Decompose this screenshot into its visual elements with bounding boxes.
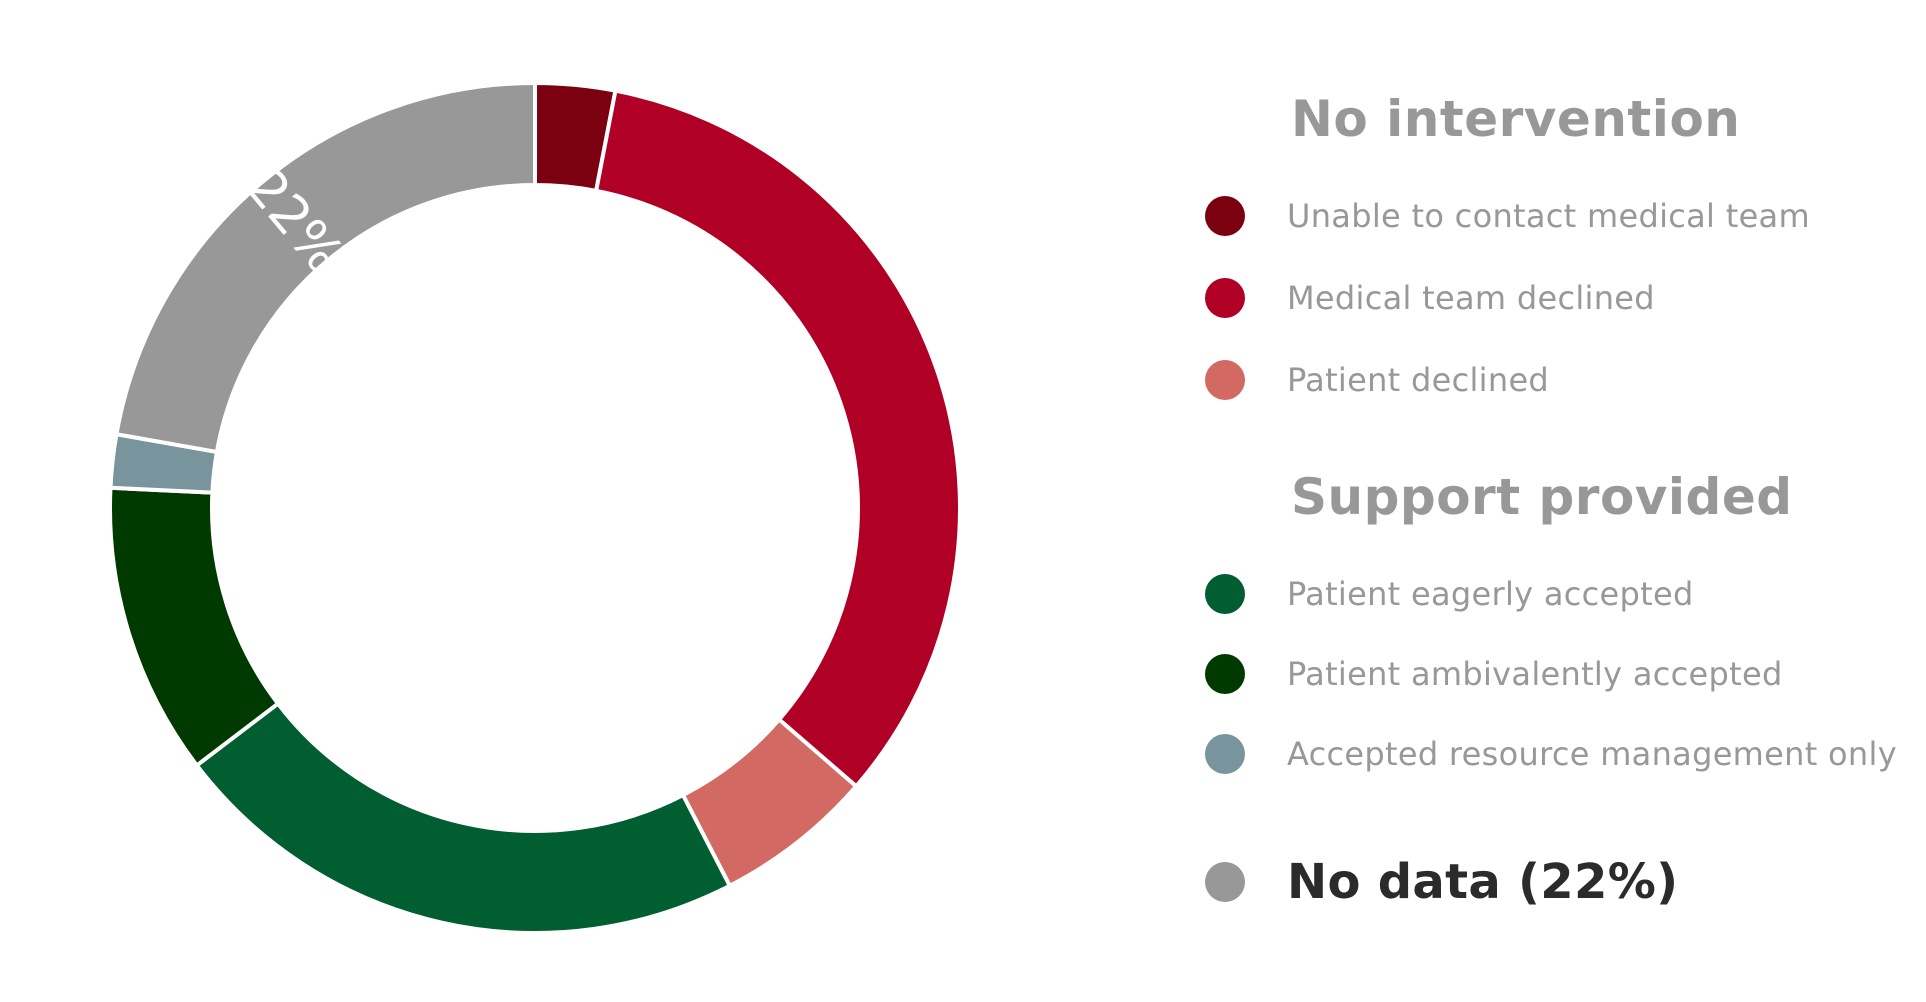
legend-item-no-data: No data (22%) bbox=[1195, 850, 1678, 914]
legend-item-ambivalently-accepted: Patient ambivalently accepted bbox=[1195, 650, 1783, 698]
legend-label: Patient ambivalently accepted bbox=[1287, 655, 1783, 693]
legend-heading-no-intervention: No intervention bbox=[1291, 90, 1741, 148]
legend-label: Patient declined bbox=[1287, 361, 1550, 399]
legend-label: No data (22%) bbox=[1287, 854, 1679, 910]
legend-swatch bbox=[1205, 360, 1245, 400]
legend-label: Unable to contact medical team bbox=[1287, 197, 1810, 235]
legend-swatch bbox=[1205, 734, 1245, 774]
legend-item-unable-to-contact: Unable to contact medical team bbox=[1195, 192, 1810, 240]
legend-label: Accepted resource management only bbox=[1287, 735, 1897, 773]
legend-swatch bbox=[1205, 278, 1245, 318]
legend-heading-support-provided: Support provided bbox=[1291, 468, 1793, 526]
donut-slice-patient-eagerly-accepted bbox=[193, 700, 733, 935]
legend-label: Medical team declined bbox=[1287, 279, 1655, 317]
legend-swatch bbox=[1205, 654, 1245, 694]
legend-item-resource-management-only: Accepted resource management only bbox=[1195, 730, 1897, 778]
legend-swatch bbox=[1205, 862, 1245, 902]
legend-swatch bbox=[1205, 574, 1245, 614]
legend-item-eagerly-accepted: Patient eagerly accepted bbox=[1195, 570, 1694, 618]
legend-item-medical-team-declined: Medical team declined bbox=[1195, 274, 1655, 322]
donut-slice-patient-ambivalently-accepted bbox=[108, 485, 281, 769]
chart-container: 22% No intervention Unable to contact me… bbox=[0, 0, 1926, 1002]
legend-label: Patient eagerly accepted bbox=[1287, 575, 1694, 613]
donut-slice-medical-team-declined bbox=[593, 88, 962, 790]
legend-item-patient-declined: Patient declined bbox=[1195, 356, 1549, 404]
legend-swatch bbox=[1205, 196, 1245, 236]
